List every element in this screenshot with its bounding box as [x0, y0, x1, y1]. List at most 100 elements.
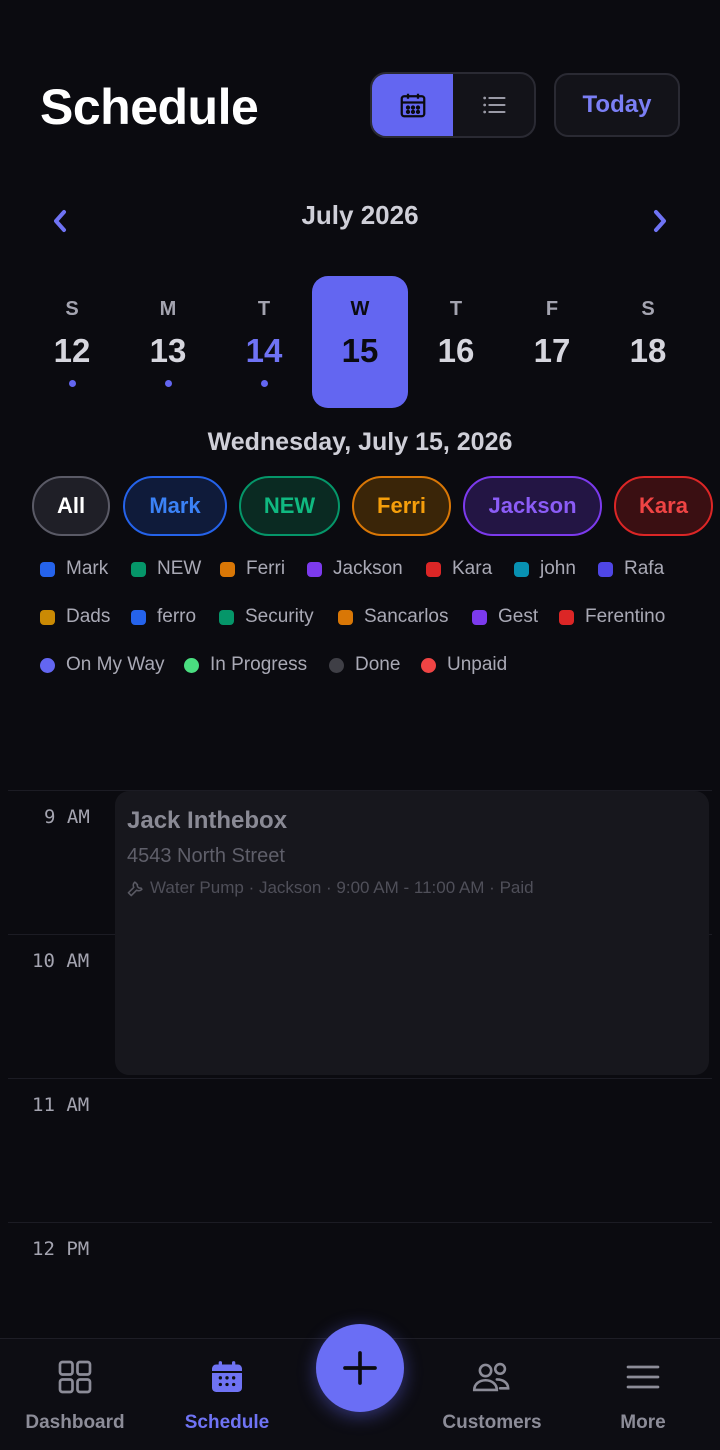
- day-number: 18: [629, 332, 667, 369]
- legend-item: Sancarlos: [338, 606, 449, 628]
- view-toggle: [370, 72, 536, 138]
- legend-item: ferro: [131, 606, 196, 628]
- next-week-button[interactable]: [640, 203, 680, 239]
- appointment-title: Jack Inthebox: [127, 807, 288, 834]
- day-number: 15: [341, 332, 379, 369]
- day-cell[interactable]: F 17: [504, 276, 600, 408]
- nav-schedule[interactable]: Schedule: [152, 1357, 302, 1434]
- day-cell[interactable]: S 18: [600, 276, 696, 408]
- menu-icon: [626, 1365, 660, 1389]
- status-swatch: [40, 657, 55, 673]
- hour-label: 12 PM: [32, 1238, 90, 1260]
- filter-chip-jackson[interactable]: Jackson: [463, 476, 602, 536]
- legend-item: john: [514, 558, 576, 580]
- legend-swatch: [559, 609, 574, 625]
- hour-label: 9 AM: [44, 806, 90, 828]
- appointment-address: 4543 North Street: [127, 845, 285, 867]
- add-appointment-button[interactable]: [316, 1324, 404, 1412]
- legend-item: Security: [219, 606, 314, 628]
- filter-chip-ferri[interactable]: Ferri: [352, 476, 451, 536]
- event-dot: [68, 380, 76, 387]
- legend-item: Kara: [426, 558, 492, 580]
- day-cell-selected[interactable]: W 15: [312, 276, 408, 408]
- legend: Mark NEW Ferri Jackson Kara john Rafa Da…: [40, 558, 700, 702]
- day-of-week: S: [641, 298, 655, 320]
- users-icon: [472, 1362, 510, 1392]
- legend-item: Done: [329, 654, 400, 676]
- legend-item: Unpaid: [421, 654, 507, 676]
- legend-swatch: [514, 561, 529, 577]
- plus-icon: [343, 1351, 377, 1385]
- legend-item: Rafa: [598, 558, 664, 580]
- day-of-week: T: [257, 298, 271, 320]
- appointment-meta: Water Pump · Jackson · 9:00 AM - 11:00 A…: [127, 878, 697, 898]
- status-swatch: [329, 657, 344, 673]
- legend-swatch: [426, 561, 441, 577]
- event-dot: [260, 380, 268, 387]
- day-cell[interactable]: T 16: [408, 276, 504, 408]
- legend-swatch: [40, 561, 55, 577]
- legend-swatch: [219, 609, 234, 625]
- filter-chip-all[interactable]: All: [32, 476, 110, 536]
- nav-label: Schedule: [184, 1412, 270, 1433]
- legend-swatch: [307, 561, 322, 577]
- calendar-view-button[interactable]: [372, 74, 453, 136]
- legend-swatch: [40, 609, 55, 625]
- week-strip: S 12 M 13 T 14 W 15 T 16 F 17 S 18: [24, 276, 696, 408]
- timeline: 9 AM 10 AM 11 AM 12 PM Jack Inthebox 454…: [8, 790, 712, 1340]
- legend-swatch: [131, 609, 146, 625]
- today-button[interactable]: Today: [554, 73, 680, 137]
- month-navigator: July 2026: [40, 195, 680, 245]
- legend-item: Mark: [40, 558, 108, 580]
- header: Schedule Today: [40, 70, 680, 140]
- hour-line: [8, 1078, 712, 1079]
- legend-swatch: [220, 561, 235, 577]
- grid-icon: [58, 1360, 92, 1394]
- event-dot: [164, 380, 172, 387]
- day-number: 16: [437, 332, 475, 369]
- legend-item: In Progress: [184, 654, 307, 676]
- legend-item: Ferentino: [559, 606, 665, 628]
- filter-chip-mark[interactable]: Mark: [123, 476, 227, 536]
- day-number: 17: [533, 332, 571, 369]
- legend-item: Jackson: [307, 558, 403, 580]
- legend-item: Dads: [40, 606, 110, 628]
- filter-chip-new[interactable]: NEW: [239, 476, 340, 536]
- legend-row: Dads ferro Security Sancarlos Gest Feren…: [40, 606, 700, 654]
- legend-item: Gest: [472, 606, 538, 628]
- legend-row: Mark NEW Ferri Jackson Kara john Rafa: [40, 558, 700, 606]
- nav-customers[interactable]: Customers: [417, 1357, 567, 1434]
- legend-swatch: [131, 561, 146, 577]
- nav-label: Customers: [442, 1412, 542, 1433]
- legend-item: NEW: [131, 558, 201, 580]
- page-title: Schedule: [40, 79, 259, 135]
- day-of-week: F: [545, 298, 559, 320]
- day-of-week: T: [449, 298, 463, 320]
- hour-label: 10 AM: [32, 950, 90, 972]
- list-view-button[interactable]: [453, 74, 534, 136]
- nav-more[interactable]: More: [568, 1357, 718, 1434]
- filter-chip-kara[interactable]: Kara: [614, 476, 713, 536]
- day-number: 14: [245, 332, 283, 369]
- chevron-right-icon: [654, 210, 666, 232]
- nav-dashboard[interactable]: Dashboard: [0, 1357, 150, 1434]
- nav-label: Dashboard: [25, 1412, 125, 1433]
- day-cell[interactable]: M 13: [120, 276, 216, 408]
- calendar-icon: [400, 93, 425, 118]
- calendar-icon: [212, 1361, 242, 1392]
- day-of-week: S: [65, 298, 79, 320]
- day-cell[interactable]: S 12: [24, 276, 120, 408]
- nav-label: More: [620, 1412, 666, 1433]
- status-swatch: [421, 657, 436, 673]
- selected-date-label: Wednesday, July 15, 2026: [207, 428, 513, 456]
- legend-item: On My Way: [40, 654, 165, 676]
- day-number: 12: [53, 332, 91, 369]
- wrench-icon: [127, 880, 143, 896]
- technician-filters: All Mark NEW Ferri Jackson Kara: [32, 476, 720, 536]
- appointment-card[interactable]: Jack Inthebox 4543 North Street Water Pu…: [115, 791, 709, 1075]
- legend-swatch: [472, 609, 487, 625]
- legend-item: Ferri: [220, 558, 285, 580]
- status-swatch: [184, 657, 199, 673]
- day-cell-today[interactable]: T 14: [216, 276, 312, 408]
- list-icon: [482, 96, 506, 114]
